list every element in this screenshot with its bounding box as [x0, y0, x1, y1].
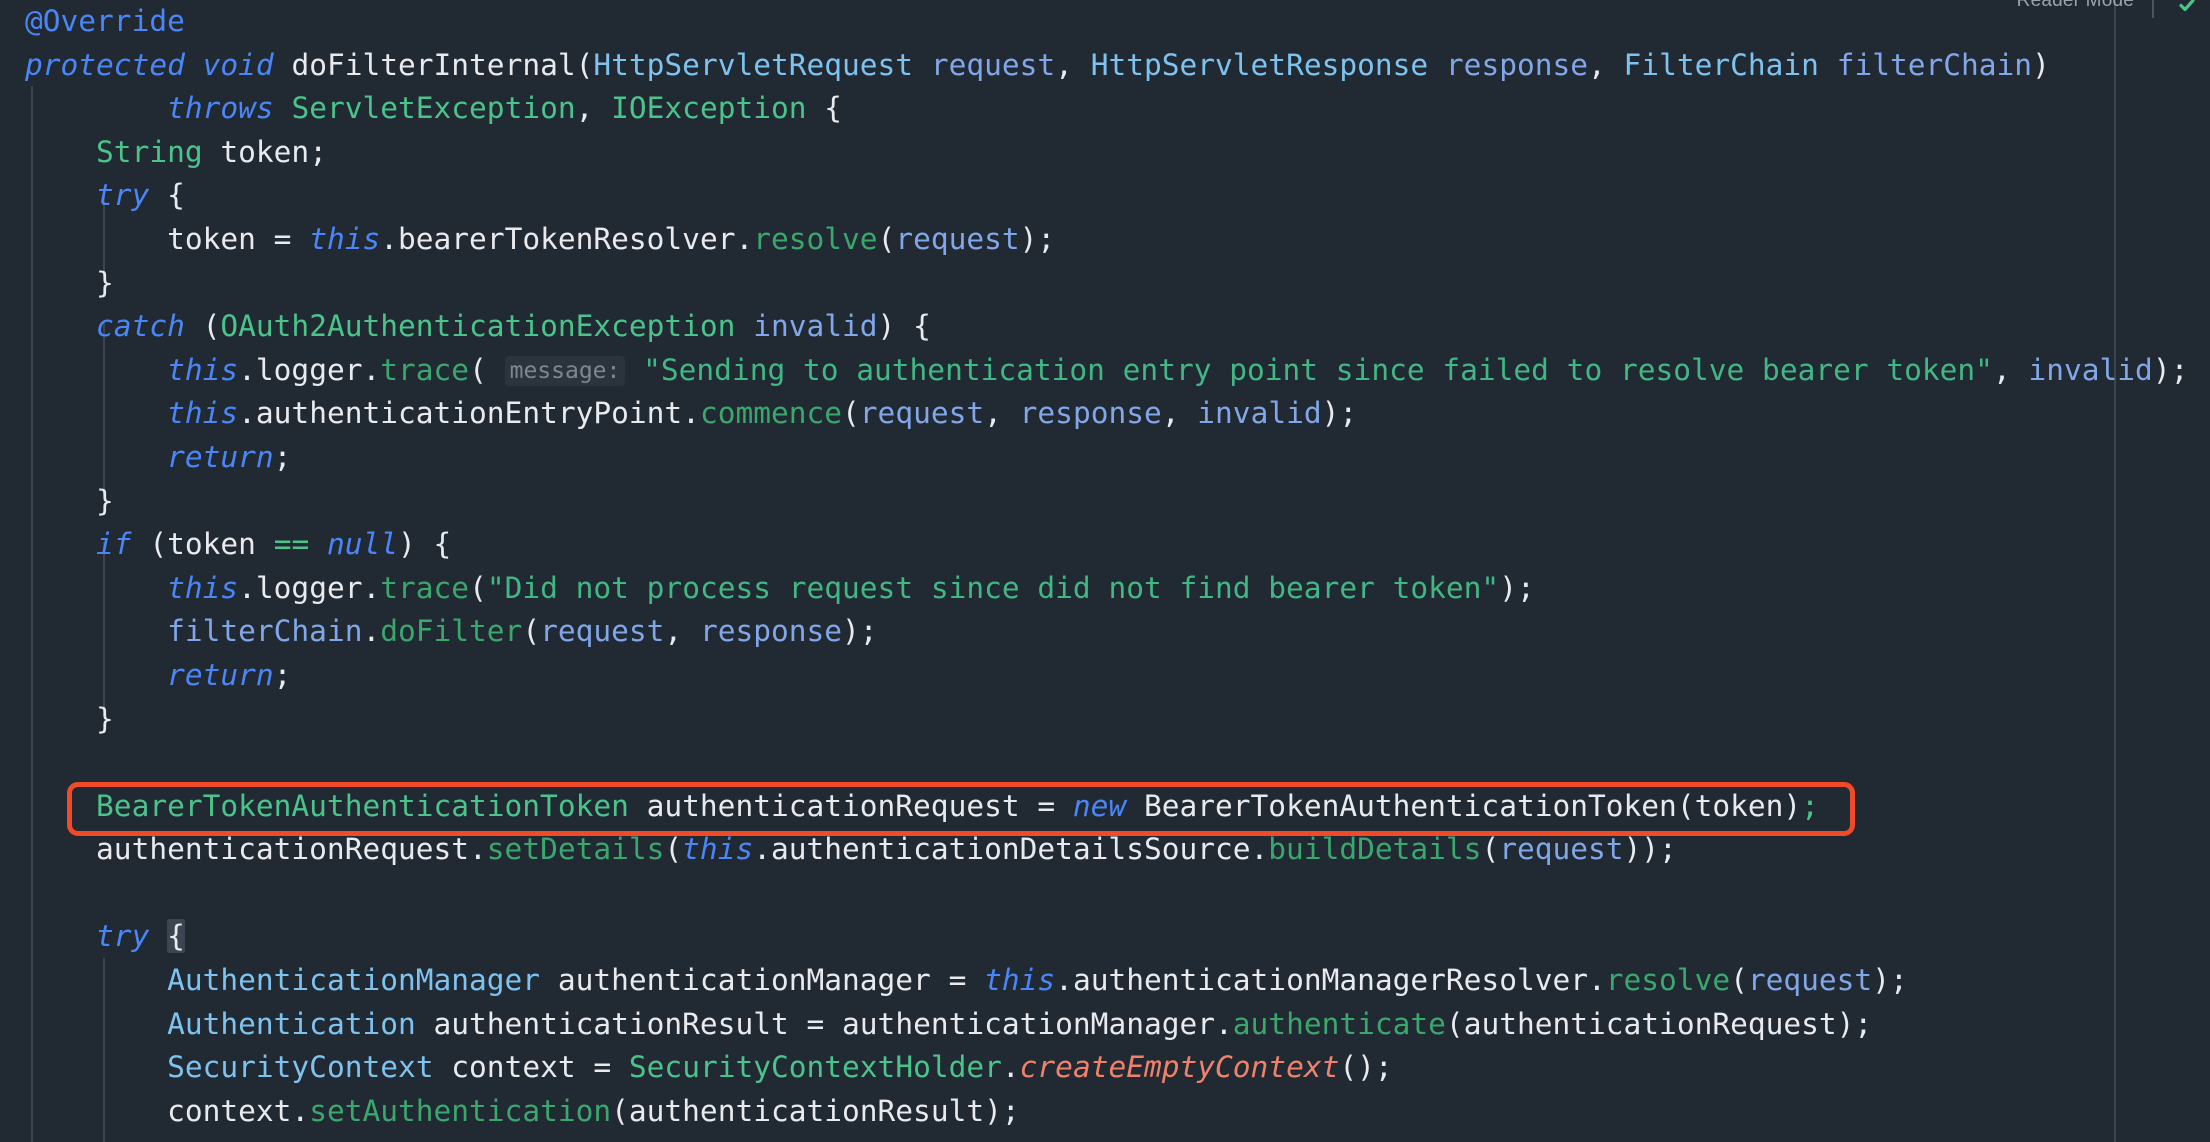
code-line[interactable]: context.setAuthentication(authentication… — [0, 1090, 2210, 1134]
code-line[interactable]: SecurityContext context = SecurityContex… — [0, 1046, 2210, 1090]
inlay-parameter-hint: message: — [504, 355, 626, 386]
code-line[interactable]: token = this.bearerTokenResolver.resolve… — [0, 218, 2210, 262]
code-line[interactable]: this.logger.trace( message: "Sending to … — [0, 349, 2210, 393]
code-line[interactable]: return; — [0, 436, 2210, 480]
code-content[interactable]: @Override protected void doFilterInterna… — [0, 0, 2210, 1133]
code-line[interactable]: String token; — [0, 131, 2210, 175]
code-line[interactable]: this.authenticationEntryPoint.commence(r… — [0, 392, 2210, 436]
reader-mode-label: Reader Mode — [2016, 0, 2134, 11]
code-line[interactable]: this.logger.trace("Did not process reque… — [0, 567, 2210, 611]
code-line[interactable]: authenticationRequest.setDetails(this.au… — [0, 828, 2210, 872]
code-line[interactable]: return; — [0, 654, 2210, 698]
code-line[interactable]: } — [0, 262, 2210, 306]
code-line[interactable]: AuthenticationManager authenticationMana… — [0, 959, 2210, 1003]
code-line[interactable]: catch (OAuth2AuthenticationException inv… — [0, 305, 2210, 349]
code-line[interactable]: Authentication authenticationResult = au… — [0, 1003, 2210, 1047]
code-line[interactable]: } — [0, 698, 2210, 742]
code-line[interactable]: protected void doFilterInternal(HttpServ… — [0, 44, 2210, 88]
code-line-blank[interactable] — [0, 872, 2210, 916]
code-line[interactable]: throws ServletException, IOException { — [0, 87, 2210, 131]
code-line[interactable]: } — [0, 480, 2210, 524]
code-line[interactable]: if (token == null) { — [0, 523, 2210, 567]
reader-mode-bar[interactable]: Reader Mode — [2016, 0, 2154, 18]
green-check-icon[interactable] — [2178, 0, 2196, 14]
code-editor[interactable]: Reader Mode @Override protected void doF… — [0, 0, 2210, 1142]
code-line-highlighted[interactable]: BearerTokenAuthenticationToken authentic… — [0, 785, 2210, 829]
code-line[interactable]: try { — [0, 915, 2210, 959]
code-line-blank[interactable] — [0, 741, 2210, 785]
code-line[interactable]: filterChain.doFilter(request, response); — [0, 610, 2210, 654]
code-line[interactable]: @Override — [0, 0, 2210, 44]
code-line[interactable]: try { — [0, 174, 2210, 218]
toolbar-separator — [2152, 0, 2154, 18]
